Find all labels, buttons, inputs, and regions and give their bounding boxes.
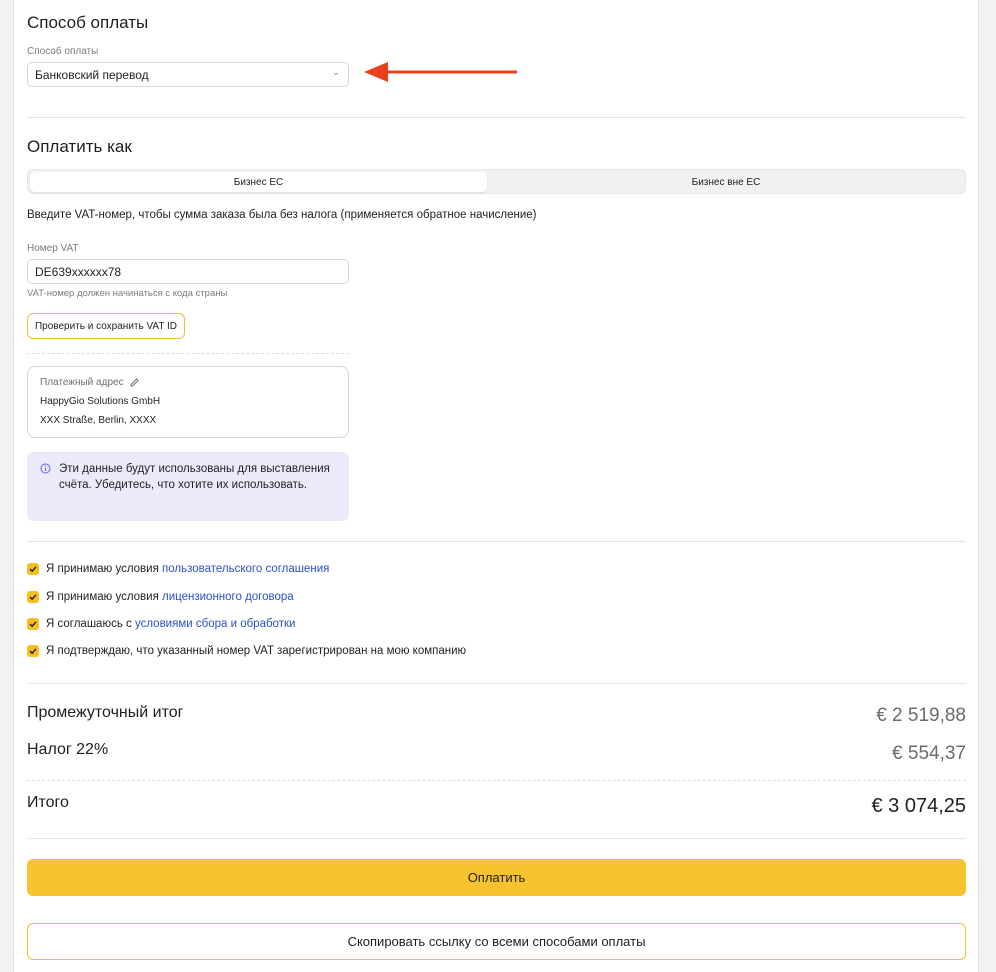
pay-as-title: Оплатить как bbox=[27, 137, 132, 156]
payment-method-field-label: Способ оплаты bbox=[27, 46, 99, 57]
payment-method-title: Способ оплаты bbox=[27, 13, 149, 32]
total-value: € 3 074,25 bbox=[871, 795, 966, 817]
tab-business-eu[interactable]: Бизнес ЕС bbox=[30, 172, 487, 192]
pay-button[interactable]: Оплатить bbox=[27, 859, 966, 896]
agreement-vat-confirm[interactable]: Я подтверждаю, что указанный номер VAT з… bbox=[27, 644, 466, 658]
agreement-text: Я соглашаюсь с bbox=[46, 618, 132, 630]
info-note-text: Эти данные будут использованы для выстав… bbox=[59, 463, 330, 491]
agreement-text: Я принимаю условия bbox=[46, 563, 159, 575]
tab-business-non-eu[interactable]: Бизнес вне ЕС bbox=[489, 172, 963, 192]
check-icon bbox=[29, 594, 37, 601]
agreement-data-processing[interactable]: Я соглашаюсь с условиями сбора и обработ… bbox=[27, 617, 295, 631]
user-terms-link[interactable]: пользовательского соглашения bbox=[162, 563, 329, 575]
payment-method-selected-value: Банковский перевод bbox=[35, 67, 149, 82]
section-divider bbox=[27, 683, 966, 684]
tax-value: € 554,37 bbox=[892, 743, 966, 764]
check-icon bbox=[29, 648, 37, 655]
copy-payment-link-button[interactable]: Скопировать ссылку со всеми способами оп… bbox=[27, 923, 966, 960]
billing-address-line1: HappyGio Solutions GmbH bbox=[40, 396, 161, 407]
billing-address-card[interactable]: Платежный адрес HappyGio Solutions GmbH … bbox=[27, 366, 349, 438]
dashed-divider bbox=[27, 353, 349, 354]
info-icon bbox=[40, 463, 51, 474]
billing-address-label: Платежный адрес bbox=[40, 377, 124, 388]
agreement-user-terms[interactable]: Я принимаю условия пользовательского сог… bbox=[27, 562, 329, 576]
info-note: Эти данные будут использованы для выстав… bbox=[27, 452, 349, 521]
check-icon bbox=[29, 566, 37, 573]
total-label: Итого bbox=[27, 794, 69, 811]
vat-input-value: DE639xxxxxx78 bbox=[35, 264, 122, 279]
section-divider bbox=[27, 541, 966, 542]
section-divider bbox=[27, 117, 966, 118]
vat-hint: VAT-номер должен начинаться с кода стран… bbox=[27, 288, 228, 299]
pay-as-tabs: Бизнес ЕС Бизнес вне ЕС bbox=[27, 169, 966, 194]
check-icon bbox=[29, 621, 37, 628]
billing-address-line2: XXX Straße, Berlin, XXXX bbox=[40, 415, 157, 426]
dashed-divider bbox=[27, 780, 966, 781]
vat-label: Номер VAT bbox=[27, 243, 79, 254]
checkbox-checked[interactable] bbox=[27, 563, 39, 575]
agreement-license[interactable]: Я принимаю условия лицензионного договор… bbox=[27, 590, 294, 604]
license-link[interactable]: лицензионного договора bbox=[162, 591, 294, 603]
agreement-text: Я принимаю условия bbox=[46, 591, 159, 603]
chevron-down-icon: ⌄ bbox=[331, 67, 340, 78]
checkbox-checked[interactable] bbox=[27, 645, 39, 657]
vat-input[interactable]: DE639xxxxxx78 bbox=[27, 259, 349, 284]
annotation-arrow-icon bbox=[364, 62, 517, 82]
checkbox-checked[interactable] bbox=[27, 618, 39, 630]
tax-label: Налог 22% bbox=[27, 741, 109, 758]
pencil-icon[interactable] bbox=[129, 377, 140, 388]
payment-method-select[interactable]: Банковский перевод ⌄ bbox=[27, 62, 349, 87]
subtotal-label: Промежуточный итог bbox=[27, 704, 184, 721]
verify-vat-button[interactable]: Проверить и сохранить VAT ID bbox=[27, 313, 185, 339]
section-divider bbox=[27, 838, 966, 839]
subtotal-value: € 2 519,88 bbox=[876, 705, 966, 726]
checkbox-checked[interactable] bbox=[27, 591, 39, 603]
data-processing-link[interactable]: условиями сбора и обработки bbox=[135, 618, 295, 630]
agreement-text: Я подтверждаю, что указанный номер VAT з… bbox=[46, 645, 467, 657]
vat-description: Введите VAT-номер, чтобы сумма заказа бы… bbox=[27, 209, 537, 221]
